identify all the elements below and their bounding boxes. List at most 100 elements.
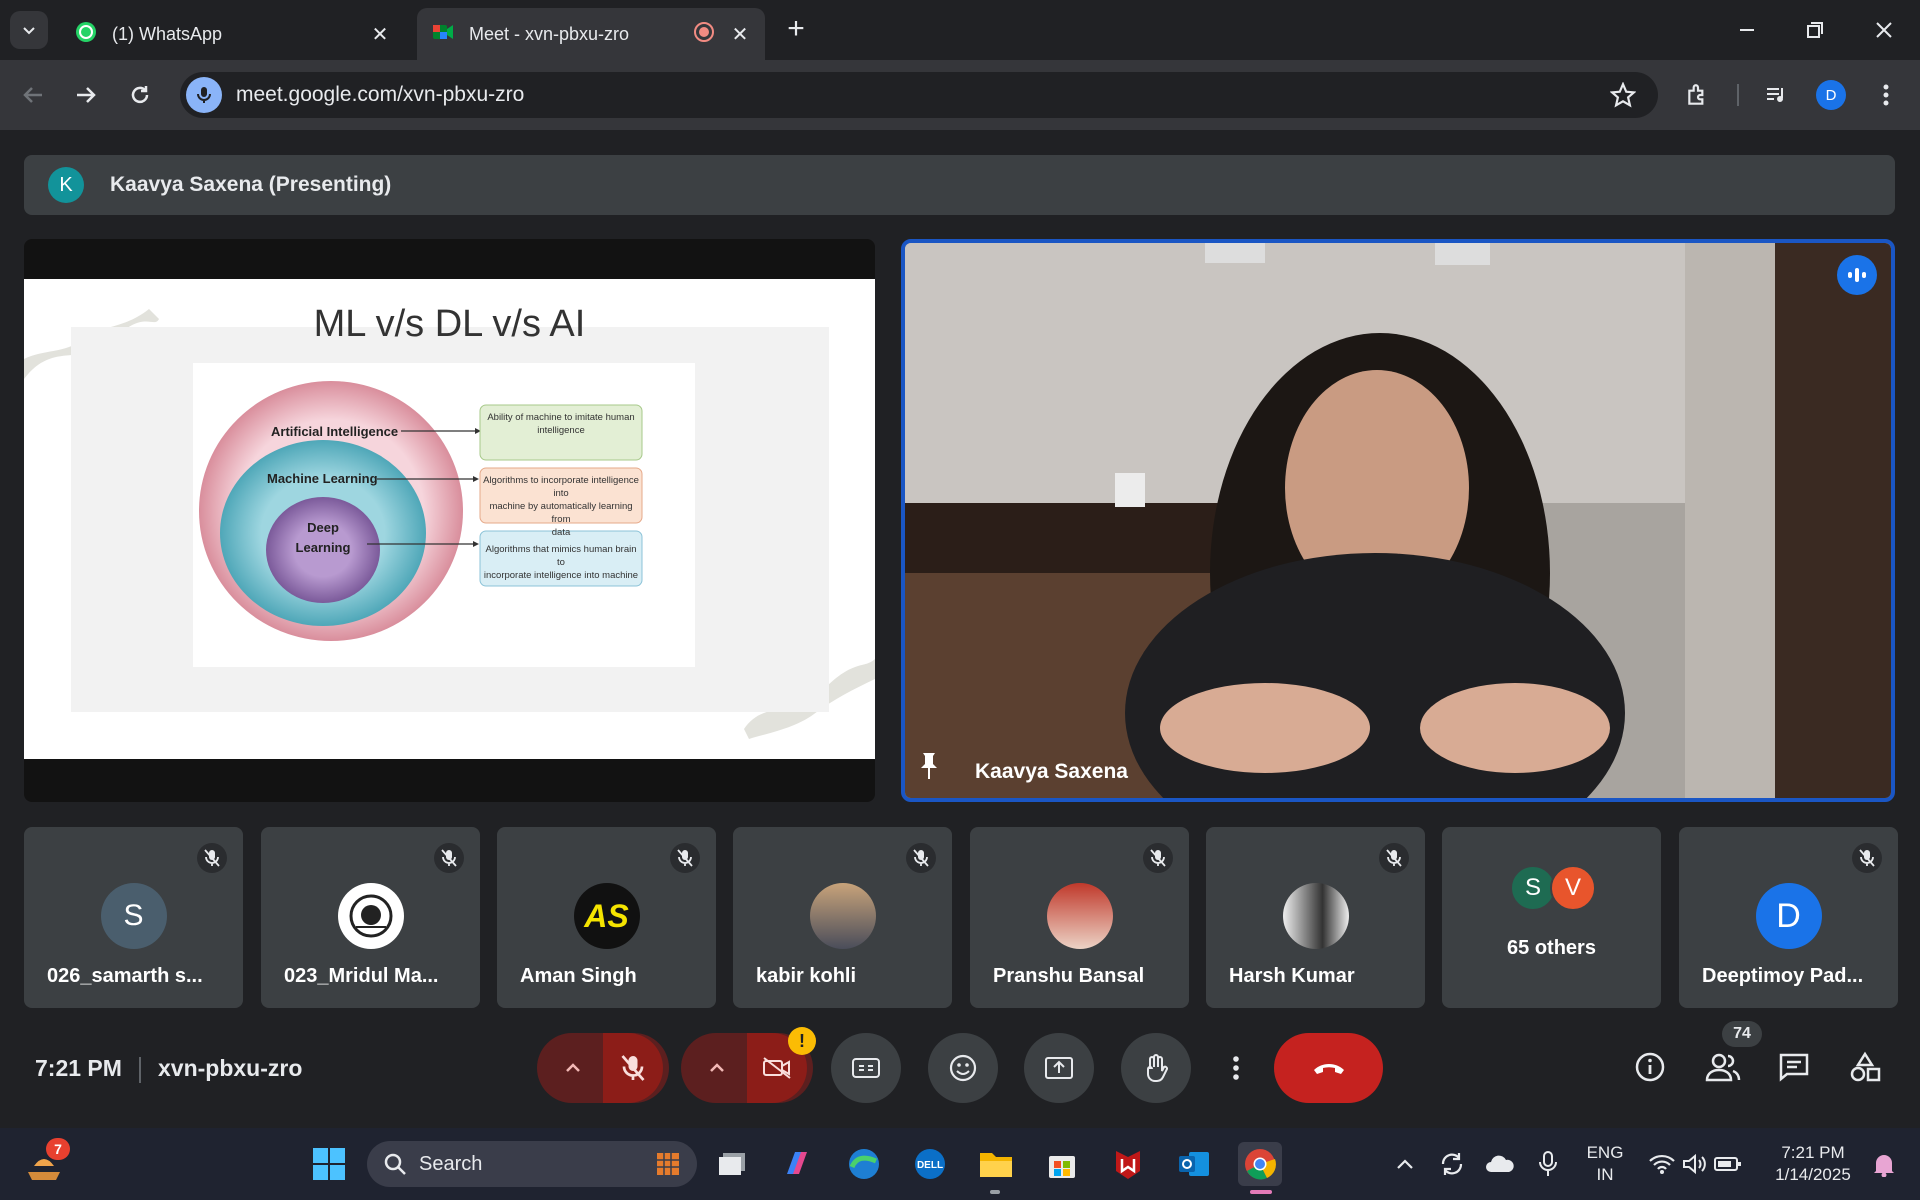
- captions-button[interactable]: [831, 1033, 901, 1103]
- microphone-icon[interactable]: [186, 77, 222, 113]
- participant-name: Harsh Kumar: [1229, 965, 1355, 987]
- browser-menu-icon[interactable]: [1868, 77, 1904, 113]
- tab-title: (1) WhatsApp: [112, 23, 223, 44]
- others-tile[interactable]: S V 65 others: [1442, 827, 1661, 1008]
- reload-icon[interactable]: [120, 75, 160, 115]
- box-line: data: [551, 527, 571, 538]
- speaker-video-tile[interactable]: Kaavya Saxena: [901, 239, 1895, 802]
- close-tab-icon[interactable]: ✕: [369, 23, 391, 46]
- activities-button[interactable]: [1840, 1042, 1890, 1092]
- taskbar-search[interactable]: Search: [367, 1141, 697, 1187]
- task-view-icon[interactable]: [710, 1142, 754, 1186]
- info-icon: [1635, 1052, 1665, 1082]
- chat-button[interactable]: [1769, 1042, 1819, 1092]
- profile-avatar[interactable]: D: [1816, 80, 1846, 110]
- leave-call-button[interactable]: [1274, 1033, 1383, 1103]
- others-count: 65 others: [1507, 937, 1596, 959]
- battery-icon[interactable]: [1706, 1142, 1750, 1186]
- definition-box-ml: Algorithms to incorporate intelligence i…: [483, 474, 639, 539]
- extensions-icon[interactable]: [1680, 77, 1716, 113]
- bookmark-star-icon[interactable]: [1609, 81, 1637, 113]
- tab-meet[interactable]: Meet - xvn-pbxu-zro ✕: [417, 8, 765, 60]
- participant-tile[interactable]: D Deeptimoy Pad...: [1679, 827, 1898, 1008]
- presenter-avatar: K: [48, 167, 84, 203]
- copilot-icon[interactable]: [775, 1142, 819, 1186]
- divider: [139, 1057, 141, 1083]
- participant-tile[interactable]: Pranshu Bansal: [970, 827, 1189, 1008]
- tab-search-button[interactable]: [10, 11, 48, 49]
- ring-label-ai: Artificial Intelligence: [271, 424, 399, 439]
- hand-icon: [1147, 1054, 1168, 1082]
- show-hidden-icons-chevron-icon[interactable]: [1383, 1142, 1427, 1186]
- browser-toolbar: meet.google.com/xvn-pbxu-zro D: [0, 60, 1920, 130]
- box-line: Algorithms that mimics human brain to: [485, 544, 637, 568]
- box-line: intelligence: [537, 425, 585, 436]
- participant-tile[interactable]: kabir kohli: [733, 827, 952, 1008]
- microsoft-store-icon[interactable]: [1040, 1142, 1084, 1186]
- participant-tile[interactable]: Harsh Kumar: [1206, 827, 1425, 1008]
- sync-icon[interactable]: [1430, 1142, 1474, 1186]
- outlook-icon[interactable]: [1172, 1142, 1216, 1186]
- minimize-icon[interactable]: [1725, 10, 1769, 50]
- pin-icon[interactable]: [917, 751, 941, 786]
- definition-box-dl: Algorithms that mimics human brain to in…: [483, 543, 639, 582]
- mic-options-chevron-icon[interactable]: [543, 1033, 603, 1103]
- speaker-video-image: [905, 243, 1891, 798]
- mic-off-icon[interactable]: [603, 1033, 663, 1103]
- more-options-button[interactable]: [1216, 1033, 1256, 1103]
- onedrive-cloud-icon[interactable]: [1478, 1142, 1522, 1186]
- chrome-icon[interactable]: [1238, 1142, 1282, 1186]
- speaking-indicator-icon: [1837, 255, 1877, 295]
- reactions-button[interactable]: [928, 1033, 998, 1103]
- new-tab-button[interactable]: +: [780, 14, 812, 46]
- forward-icon[interactable]: [66, 75, 106, 115]
- language-indicator[interactable]: ENG IN: [1580, 1142, 1630, 1186]
- activities-icon: [1850, 1051, 1881, 1082]
- running-indicator: [990, 1190, 1000, 1194]
- media-control-icon[interactable]: [1758, 77, 1794, 113]
- google-meet-icon: [431, 20, 455, 49]
- hang-up-icon: [1313, 1064, 1344, 1074]
- recording-icon: [693, 21, 715, 48]
- file-explorer-icon[interactable]: [974, 1142, 1018, 1186]
- toolbar-divider: [1737, 84, 1739, 106]
- search-placeholder: Search: [419, 1152, 483, 1175]
- notification-bell-icon[interactable]: [1862, 1142, 1906, 1186]
- avatar: AS: [573, 883, 640, 949]
- address-bar[interactable]: meet.google.com/xvn-pbxu-zro: [180, 72, 1658, 118]
- raise-hand-button[interactable]: [1121, 1033, 1191, 1103]
- participant-name: Deeptimoy Pad...: [1702, 965, 1864, 987]
- muted-mic-icon: [197, 843, 227, 873]
- whatsapp-icon: [74, 20, 98, 49]
- participant-name: kabir kohli: [756, 965, 857, 987]
- muted-mic-icon: [1379, 843, 1409, 873]
- meeting-info-button[interactable]: [1625, 1042, 1675, 1092]
- restore-icon[interactable]: [1793, 10, 1837, 50]
- close-window-icon[interactable]: [1862, 10, 1906, 50]
- participant-tile[interactable]: S 026_samarth s...: [24, 827, 243, 1008]
- taskbar-clock[interactable]: 7:21 PM 1/14/2025: [1758, 1142, 1868, 1186]
- tab-whatsapp[interactable]: (1) WhatsApp ✕: [60, 8, 405, 60]
- edge-icon[interactable]: [842, 1142, 886, 1186]
- close-tab-icon[interactable]: ✕: [729, 23, 751, 46]
- mcafee-icon[interactable]: [1106, 1142, 1150, 1186]
- language-line: ENG: [1586, 1143, 1624, 1162]
- search-icon: [384, 1153, 406, 1175]
- avatar: S: [100, 883, 167, 949]
- camera-options-chevron-icon[interactable]: [687, 1033, 747, 1103]
- presentation-tile[interactable]: ML v/s DL v/s AI Artificial Intelligence…: [24, 239, 875, 802]
- dell-icon[interactable]: DELL: [908, 1142, 952, 1186]
- box-line: machine by automatically learning from: [489, 501, 633, 525]
- browser-tab-strip: (1) WhatsApp ✕ Meet - xvn-pbxu-zro ✕ +: [0, 0, 1920, 60]
- muted-mic-icon: [1852, 843, 1882, 873]
- definition-box-ai: Ability of machine to imitate human inte…: [483, 411, 639, 437]
- muted-mic-icon: [1143, 843, 1173, 873]
- start-button[interactable]: [307, 1142, 351, 1186]
- present-screen-button[interactable]: [1024, 1033, 1094, 1103]
- presenting-bar: K Kaavya Saxena (Presenting): [24, 155, 1895, 215]
- people-button[interactable]: [1698, 1042, 1748, 1092]
- participant-tile[interactable]: AS Aman Singh: [497, 827, 716, 1008]
- participant-tile[interactable]: 023_Mridul Ma...: [261, 827, 480, 1008]
- back-icon[interactable]: [13, 75, 53, 115]
- tray-microphone-icon[interactable]: [1526, 1142, 1570, 1186]
